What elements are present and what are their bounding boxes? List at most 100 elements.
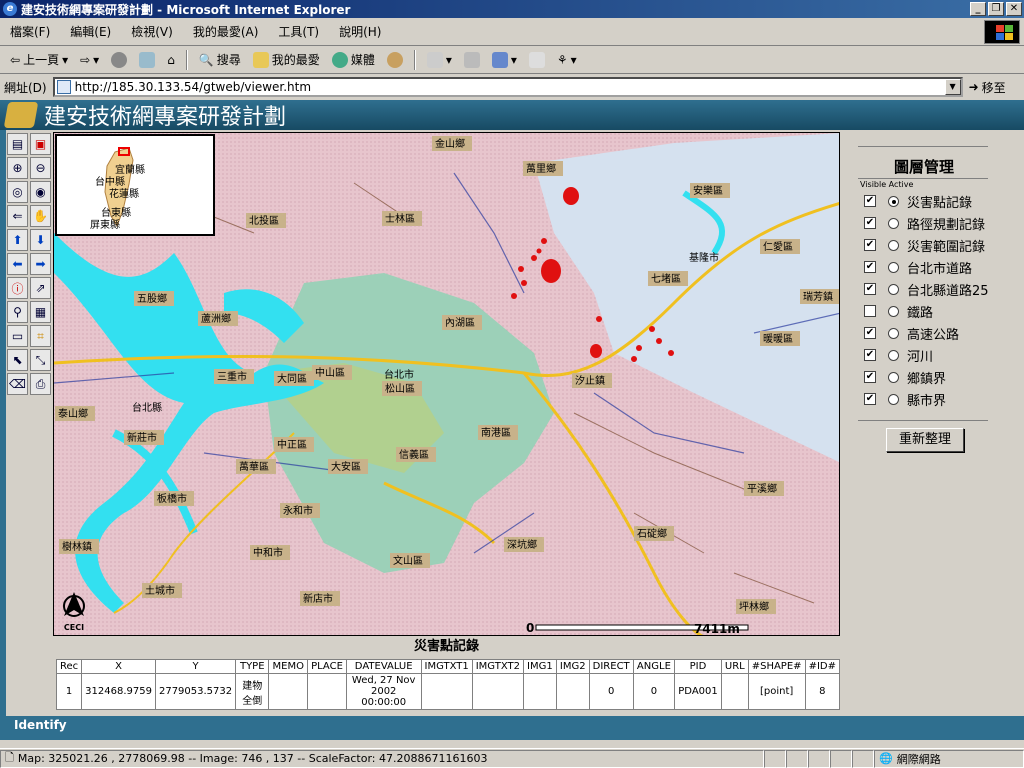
messenger-button[interactable]: ⚘ ▾ [553, 49, 581, 71]
overview-tool-icon[interactable]: ▣ [30, 133, 51, 155]
column-header: MEMO [268, 659, 309, 674]
svg-text:大安區: 大安區 [331, 460, 361, 473]
layer-active-radio[interactable] [888, 327, 899, 339]
close-button[interactable]: ✕ [1006, 2, 1022, 16]
back-arrow-icon: ⇦ [10, 52, 21, 67]
buffer-icon[interactable]: ⌗ [30, 325, 51, 347]
pan-icon[interactable]: ✋ [30, 205, 51, 227]
table-cell [420, 673, 473, 710]
back-button[interactable]: ⇦ 上一頁 ▾ [6, 49, 72, 71]
svg-text:士林區: 士林區 [385, 212, 415, 225]
layer-visible-checkbox[interactable]: ✔ [864, 239, 876, 251]
district-label: 深坑鄉 [504, 537, 544, 552]
select-line-icon[interactable]: ⤡ [30, 349, 51, 371]
full-extent-icon[interactable]: ◎ [7, 181, 28, 203]
svg-text:三重市: 三重市 [217, 370, 247, 383]
layer-active-radio[interactable] [888, 217, 899, 229]
layer-active-radio[interactable] [888, 283, 899, 295]
district-label: 萬里鄉 [523, 161, 563, 176]
layer-active-radio[interactable] [888, 393, 899, 405]
forward-button[interactable]: ⇨ ▾ [76, 49, 103, 71]
page-icon [56, 80, 71, 94]
layer-active-radio[interactable] [888, 239, 899, 251]
layer-visible-checkbox[interactable]: ✔ [864, 217, 876, 229]
identify-icon[interactable]: ⓘ [7, 277, 28, 299]
layer-row: ✔ 災害範圍記錄 [864, 239, 986, 255]
address-input[interactable]: http://185.30.133.54/gtweb/viewer.htm ▼ [52, 77, 963, 97]
minimize-button[interactable]: _ [970, 2, 986, 16]
refresh-button[interactable] [135, 49, 159, 71]
favorites-icon [252, 51, 269, 68]
layer-visible-checkbox[interactable]: ✔ [864, 327, 876, 339]
overview-map[interactable]: 宜蘭縣 台中縣 花蓮縣 台東縣 屏東縣 [55, 134, 215, 236]
layer-active-radio[interactable] [888, 305, 899, 317]
district-label: 中山區 [312, 365, 352, 380]
maximize-button[interactable]: ❐ [988, 2, 1004, 16]
hyperlink-icon[interactable]: ⇗ [30, 277, 51, 299]
layer-active-radio[interactable] [888, 349, 899, 361]
layer-active-radio[interactable] [888, 195, 899, 207]
zoom-in-icon[interactable]: ⊕ [7, 157, 28, 179]
page-status-icon: 🗋 [5, 751, 14, 764]
query-icon[interactable]: ▦ [30, 301, 51, 323]
previous-extent-icon[interactable]: ⇐ [7, 205, 28, 227]
table-cell [268, 673, 309, 710]
home-icon: ⌂ [167, 52, 175, 67]
layer-visible-checkbox[interactable]: ✔ [864, 371, 876, 383]
refresh-layers-button[interactable]: 重新整理 [886, 428, 964, 452]
district-label: 板橋市 [154, 491, 194, 506]
layer-visible-checkbox[interactable]: ✔ [864, 195, 876, 207]
menu-file[interactable]: 檔案(F) [0, 23, 60, 40]
menu-view[interactable]: 檢視(V) [121, 23, 183, 40]
menu-help[interactable]: 說明(H) [329, 23, 391, 40]
svg-text:暖暖區: 暖暖區 [763, 332, 793, 345]
edit-button[interactable]: ▾ [488, 49, 521, 71]
mail-button[interactable]: ▾ [423, 49, 456, 71]
menu-favorites[interactable]: 我的最愛(A) [183, 23, 269, 40]
select-pointer-icon[interactable]: ⬉ [7, 349, 28, 371]
table-cell: 1 [55, 673, 83, 710]
menu-tools[interactable]: 工具(T) [268, 23, 329, 40]
layer-panel: 圖層管理 Visible Active ✔ 災害點記錄 ✔ 路徑規劃記錄 ✔ 災害範圍… [844, 132, 1024, 716]
pan-west-icon[interactable]: ⬅ [7, 253, 28, 275]
svg-text:7411m: 7411m [694, 622, 740, 636]
favorites-button[interactable]: 我的最愛 [249, 49, 324, 71]
table-cell: 2779053.5732 [154, 673, 237, 710]
home-button[interactable]: ⌂ [163, 49, 179, 71]
go-button[interactable]: ➜ 移至 [969, 79, 1006, 96]
layer-visible-checkbox[interactable]: ✔ [864, 261, 876, 273]
pan-east-icon[interactable]: ➡ [30, 253, 51, 275]
layer-visible-checkbox[interactable]: ✔ [864, 349, 876, 361]
stop-button[interactable] [107, 49, 131, 71]
media-button[interactable]: 媒體 [328, 49, 379, 71]
svg-text:七堵區: 七堵區 [651, 272, 681, 285]
history-button[interactable] [383, 49, 407, 71]
layer-active-radio[interactable] [888, 371, 899, 383]
district-label: 松山區 [382, 381, 422, 396]
print-icon [463, 51, 480, 68]
district-label: 樹林鎮 [59, 539, 99, 554]
print-button[interactable] [460, 49, 484, 71]
zoom-out-icon[interactable]: ⊖ [30, 157, 51, 179]
pan-north-icon[interactable]: ⬆ [7, 229, 28, 251]
menu-edit[interactable]: 編輯(E) [60, 23, 121, 40]
table-cell: Wed, 27 Nov 2002 00:00:00 [345, 673, 422, 710]
column-header: X [81, 659, 156, 674]
search-button[interactable]: 🔍 搜尋 [195, 49, 245, 71]
layer-visible-checkbox[interactable] [864, 305, 876, 317]
clear-selection-icon[interactable]: ⌫ [7, 373, 28, 395]
district-label: 士林區 [382, 211, 422, 226]
pan-south-icon[interactable]: ⬇ [30, 229, 51, 251]
svg-text:平溪鄉: 平溪鄉 [747, 482, 777, 495]
address-dropdown[interactable]: ▼ [944, 79, 961, 95]
table-row[interactable]: 1 312468.9759 2779053.5732 建物全倒 Wed, 27 … [55, 673, 841, 710]
legend-tool-icon[interactable]: ▤ [7, 133, 28, 155]
print-map-icon[interactable]: ⎙ [30, 373, 51, 395]
active-extent-icon[interactable]: ◉ [30, 181, 51, 203]
layer-visible-checkbox[interactable]: ✔ [864, 283, 876, 295]
layer-visible-checkbox[interactable]: ✔ [864, 393, 876, 405]
select-rectangle-icon[interactable]: ▭ [7, 325, 28, 347]
measure-icon[interactable]: ⚲ [7, 301, 28, 323]
discuss-button[interactable] [525, 49, 549, 71]
layer-active-radio[interactable] [888, 261, 899, 273]
